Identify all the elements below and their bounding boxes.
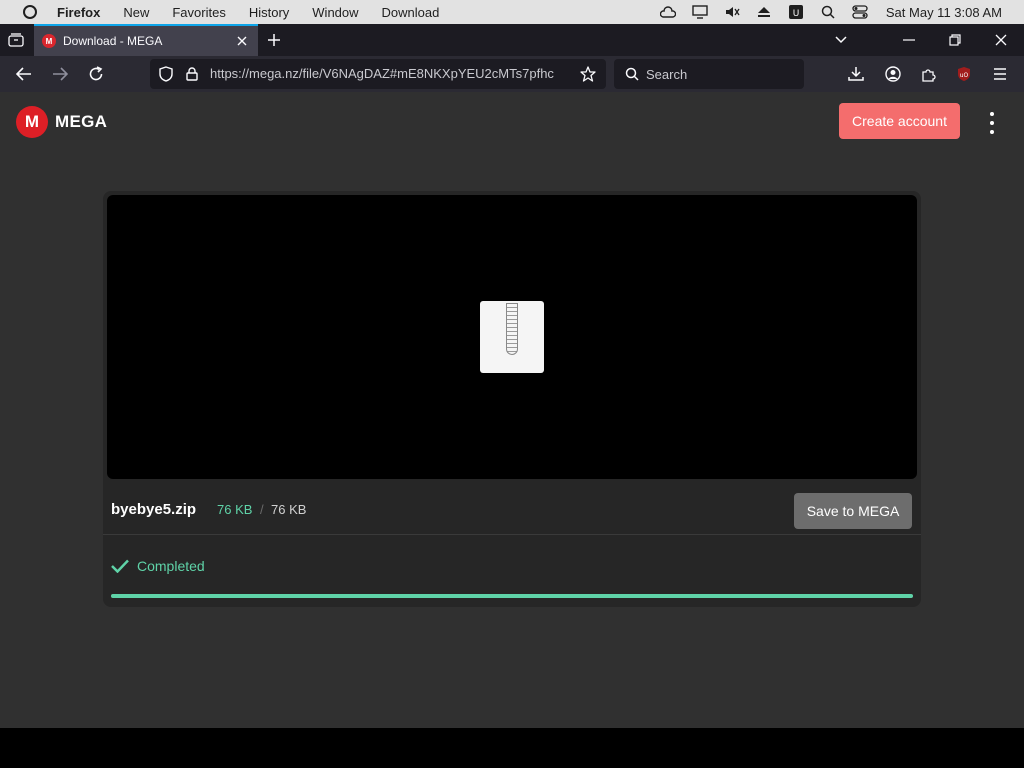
minimize-icon[interactable] [889, 24, 929, 56]
mega-page: M MEGA Create account byebye5.zip 76 KB … [0, 92, 1024, 728]
restore-icon[interactable] [935, 24, 975, 56]
os-status-area: U Sat May 11 3:08 AM [659, 0, 1024, 24]
tracking-protection-shield-icon[interactable] [158, 66, 174, 82]
create-account-button[interactable]: Create account [839, 103, 960, 139]
tab-overview-icon[interactable] [0, 24, 32, 56]
extensions-icon[interactable] [917, 62, 941, 86]
zip-file-icon [480, 301, 544, 373]
tab-strip: M Download - MEGA [0, 24, 1024, 56]
file-name: byebye5.zip [111, 501, 197, 518]
url-text[interactable]: https://mega.nz/file/V6NAgDAZ#mE8NKXpYEU… [210, 66, 574, 81]
file-info-row: byebye5.zip 76 KB / 76 KB Save to MEGA [103, 483, 921, 535]
status-text: Completed [137, 558, 205, 574]
menu-download[interactable]: Download [382, 5, 440, 20]
menu-new[interactable]: New [123, 5, 149, 20]
ublock-tray-icon[interactable]: U [788, 5, 804, 19]
tab-mega-download[interactable]: M Download - MEGA [34, 24, 258, 56]
taskbar [0, 728, 1024, 768]
url-bar[interactable]: https://mega.nz/file/V6NAgDAZ#mE8NKXpYEU… [150, 59, 606, 89]
more-options-icon[interactable] [984, 112, 1000, 134]
os-menu-bar: Firefox New Favorites History Window Dow… [0, 0, 1024, 24]
mega-logo[interactable]: M MEGA [16, 106, 107, 138]
search-bar[interactable]: Search [614, 59, 804, 89]
progress-fill [111, 594, 913, 598]
search-icon [624, 66, 640, 82]
menu-history[interactable]: History [249, 5, 289, 20]
menu-window[interactable]: Window [312, 5, 358, 20]
cloud-icon[interactable] [659, 5, 676, 19]
svg-text:uO: uO [960, 72, 969, 79]
spotlight-search-icon[interactable] [820, 5, 836, 19]
lock-icon[interactable] [184, 66, 200, 82]
downloads-icon[interactable] [844, 62, 868, 86]
size-separator: / [260, 502, 264, 517]
save-to-mega-button[interactable]: Save to MEGA [794, 493, 912, 529]
mega-logo-icon: M [16, 106, 48, 138]
control-center-icon[interactable] [852, 5, 868, 19]
list-all-tabs-icon[interactable] [821, 24, 861, 56]
new-tab-button[interactable] [264, 30, 284, 50]
progress-bar [111, 594, 913, 598]
os-menu: Firefox New Favorites History Window Dow… [57, 5, 462, 20]
mute-icon[interactable] [724, 5, 740, 19]
tab-title: Download - MEGA [63, 34, 163, 48]
clock[interactable]: Sat May 11 3:08 AM [886, 5, 1002, 20]
reload-button[interactable] [84, 62, 108, 86]
close-window-icon[interactable] [981, 24, 1021, 56]
hamburger-menu-icon[interactable] [988, 62, 1012, 86]
download-status-row: Completed [103, 537, 921, 598]
os-logo-icon[interactable] [23, 5, 37, 19]
downloaded-size: 76 KB [217, 502, 253, 517]
total-size: 76 KB [271, 502, 307, 517]
navigation-toolbar: https://mega.nz/file/V6NAgDAZ#mE8NKXpYEU… [0, 56, 1024, 92]
file-download-card: byebye5.zip 76 KB / 76 KB Save to MEGA C… [103, 191, 921, 607]
svg-text:U: U [793, 9, 800, 19]
mega-logo-text: MEGA [55, 112, 108, 131]
search-placeholder: Search [646, 67, 688, 82]
close-tab-icon[interactable] [234, 33, 250, 49]
mega-favicon-icon: M [42, 34, 56, 48]
back-button[interactable] [12, 62, 36, 86]
file-preview [107, 195, 917, 479]
ublock-origin-icon[interactable]: uO [952, 62, 976, 86]
checkmark-icon [111, 559, 129, 573]
menu-firefox[interactable]: Firefox [57, 5, 100, 20]
bookmark-star-icon[interactable] [580, 66, 596, 82]
menu-favorites[interactable]: Favorites [172, 5, 225, 20]
display-icon[interactable] [692, 5, 708, 19]
account-icon[interactable] [881, 62, 905, 86]
eject-icon[interactable] [756, 5, 772, 19]
forward-button[interactable] [48, 62, 72, 86]
